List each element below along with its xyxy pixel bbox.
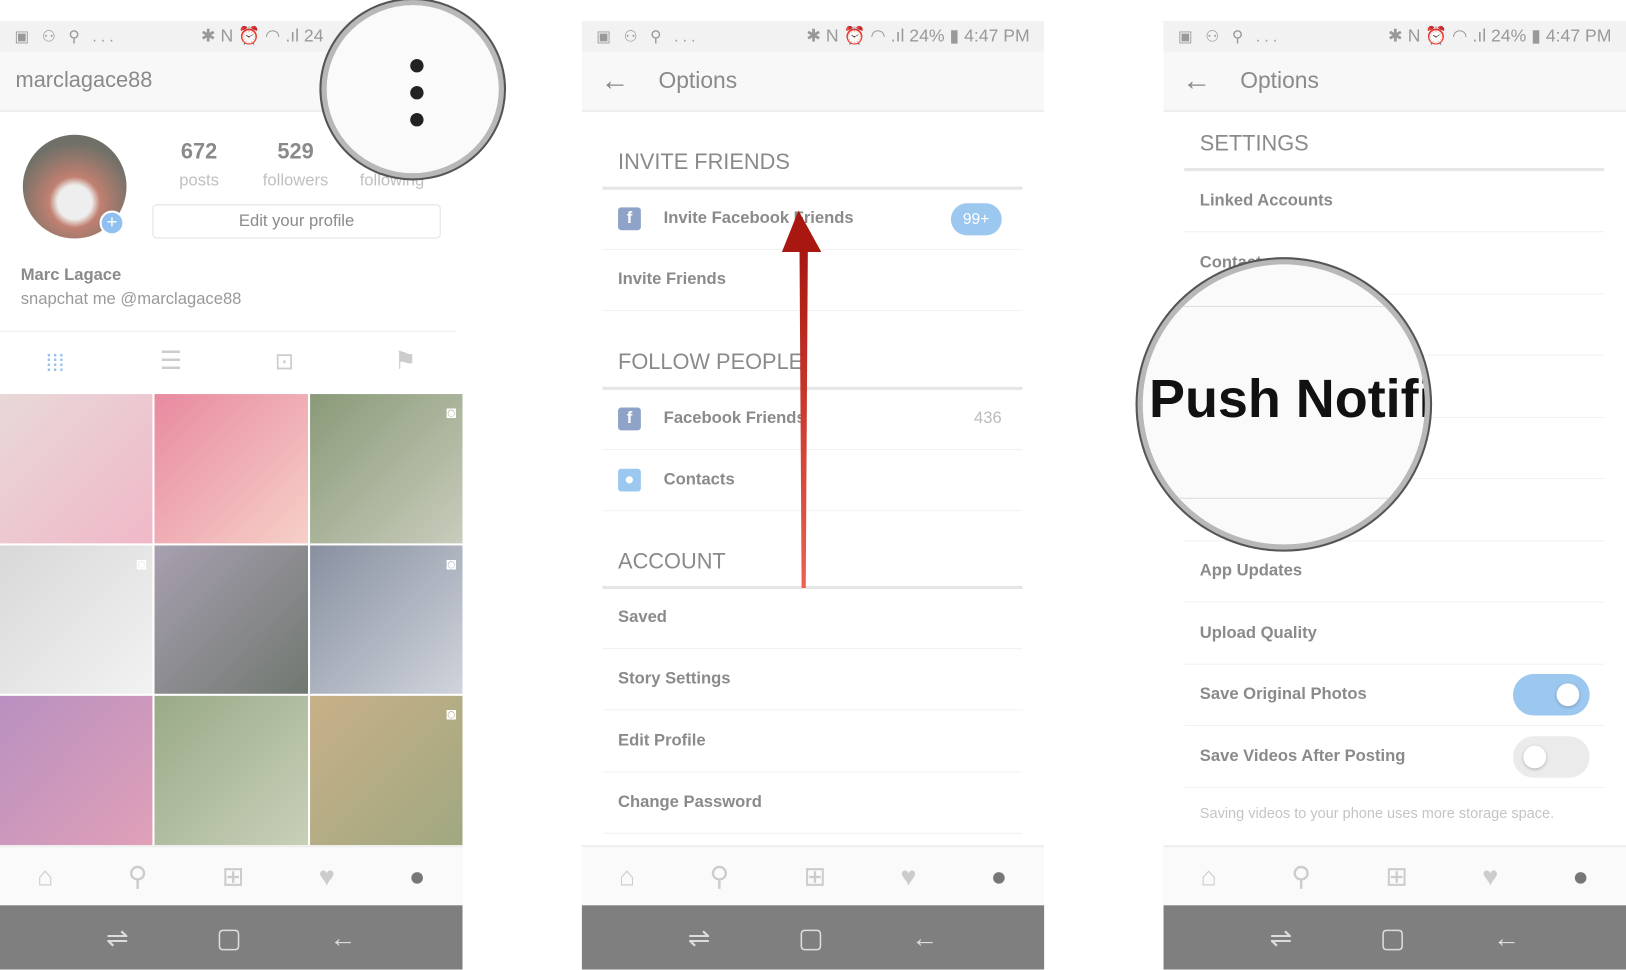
profile-icon[interactable]: ● — [991, 860, 1007, 892]
add-post-icon[interactable]: ⊞ — [804, 860, 827, 892]
stat-value[interactable]: 529 — [254, 140, 337, 165]
bottom-nav: ⌂ ⚲ ⊞ ♥ ● — [0, 845, 463, 906]
home-icon[interactable]: ⌂ — [37, 860, 53, 892]
photo-grid: ◙ ◙ ◙ ◙ — [0, 394, 463, 846]
settings-row[interactable]: App Updates — [1184, 541, 1605, 603]
add-post-icon[interactable]: ⊞ — [222, 860, 245, 892]
edit-profile-button[interactable]: Edit your profile — [152, 204, 441, 239]
section-header: SETTINGS — [1199, 131, 1309, 156]
options-row[interactable]: Story Settings — [602, 649, 1023, 711]
heart-icon[interactable]: ♥ — [319, 860, 335, 892]
options-row[interactable]: Change Password — [602, 773, 1023, 834]
username: marclagace88 — [15, 68, 153, 93]
section-header: INVITE FRIENDS — [618, 150, 790, 175]
settings-row[interactable]: Linked Accounts — [1184, 171, 1605, 233]
facebook-icon: f — [618, 207, 641, 231]
bottom-nav: ⌂ ⚲ ⊞ ♥ ● — [1163, 845, 1626, 906]
home-square-icon[interactable]: ▢ — [798, 921, 823, 953]
profile-icon[interactable]: ● — [409, 860, 425, 892]
photo-thumbnail[interactable]: ◙ — [309, 394, 463, 544]
toggle-switch[interactable] — [1512, 674, 1590, 716]
options-row[interactable]: Saved — [602, 588, 1023, 650]
options-header: ← Options — [1163, 51, 1626, 112]
photo-thumbnail[interactable]: ◙ — [309, 545, 463, 695]
list-view-tab[interactable]: ☰ — [160, 346, 182, 376]
stat-label[interactable]: followers — [249, 172, 342, 191]
search-icon[interactable]: ⚲ — [1291, 860, 1311, 892]
tagged-tab[interactable]: ⊡ — [275, 348, 294, 375]
full-name: Marc Lagace — [20, 266, 122, 285]
magnified-push-notifications[interactable]: Push Notifi — [1137, 259, 1431, 550]
toggle-switch[interactable] — [1512, 735, 1590, 778]
options-header: ← Options — [581, 51, 1045, 112]
recents-icon[interactable]: ⇌ — [106, 921, 129, 953]
photo-thumbnail[interactable] — [0, 394, 153, 544]
system-nav: ⇌ ▢ ← — [581, 905, 1045, 970]
back-icon[interactable]: ← — [911, 921, 938, 953]
heart-icon[interactable]: ♥ — [900, 860, 916, 892]
count-badge: 99+ — [950, 202, 1002, 235]
back-icon[interactable]: ← — [1493, 921, 1520, 953]
stat-value[interactable]: 672 — [158, 140, 241, 165]
photo-thumbnail[interactable]: ◙ — [309, 696, 463, 846]
magnified-menu-button[interactable]: ● ● ● — [321, 0, 504, 179]
video-camera-icon: ◙ — [446, 404, 457, 423]
settings-row[interactable]: Save Original Photos — [1184, 665, 1605, 726]
stat-label[interactable]: posts — [152, 172, 245, 191]
friend-count: 436 — [974, 409, 1002, 428]
back-arrow-icon[interactable]: ← — [1182, 64, 1240, 97]
grid-view-tab[interactable]: ⁞⁞⁞ — [46, 351, 65, 378]
system-nav: ⇌ ▢ ← — [1163, 905, 1626, 970]
add-story-icon[interactable]: + — [99, 210, 125, 236]
photo-thumbnail[interactable] — [154, 394, 308, 544]
photo-thumbnail[interactable] — [154, 545, 308, 695]
video-camera-icon: ◙ — [446, 555, 457, 574]
storage-caption: Saving videos to your phone uses more st… — [1199, 804, 1555, 822]
photo-thumbnail[interactable] — [154, 696, 308, 846]
saved-tab[interactable]: ⚑ — [394, 346, 416, 376]
status-bar: ▣ ⚇ ⚲ ... ✱ N ⏰ ◠ .ıl 24% ▮ 4:47 PM — [581, 20, 1045, 52]
bio: snapchat me @marclagace88 — [20, 290, 242, 308]
video-camera-icon: ◙ — [446, 706, 457, 725]
photo-thumbnail[interactable]: ◙ — [0, 545, 153, 695]
settings-row[interactable]: Upload Quality — [1184, 603, 1605, 665]
back-icon[interactable]: ← — [329, 921, 356, 953]
settings-row[interactable]: Save Videos After Posting — [1184, 726, 1605, 788]
contacts-icon: ● — [618, 468, 641, 492]
search-icon[interactable]: ⚲ — [128, 860, 148, 892]
facebook-icon: f — [618, 407, 641, 431]
scroll-up-arrow — [781, 210, 822, 588]
search-icon[interactable]: ⚲ — [710, 860, 730, 892]
home-square-icon[interactable]: ▢ — [1380, 921, 1405, 953]
profile-icon[interactable]: ● — [1573, 860, 1589, 892]
bottom-nav: ⌂ ⚲ ⊞ ♥ ● — [581, 845, 1045, 906]
home-square-icon[interactable]: ▢ — [216, 921, 241, 953]
photo-thumbnail[interactable] — [0, 696, 153, 846]
add-post-icon[interactable]: ⊞ — [1385, 860, 1408, 892]
heart-icon[interactable]: ♥ — [1482, 860, 1498, 892]
status-bar: ▣ ⚇ ⚲ ... ✱ N ⏰ ◠ .ıl 24% ▮ 4:47 PM — [1163, 20, 1626, 52]
home-icon[interactable]: ⌂ — [1201, 860, 1217, 892]
system-nav: ⇌ ▢ ← — [0, 905, 463, 970]
home-icon[interactable]: ⌂ — [619, 860, 635, 892]
section-header: ACCOUNT — [618, 549, 726, 574]
options-row[interactable]: Edit Profile — [602, 711, 1023, 773]
back-arrow-icon[interactable]: ← — [600, 64, 658, 97]
video-camera-icon: ◙ — [136, 555, 147, 574]
recents-icon[interactable]: ⇌ — [1270, 921, 1293, 953]
recents-icon[interactable]: ⇌ — [688, 921, 711, 953]
